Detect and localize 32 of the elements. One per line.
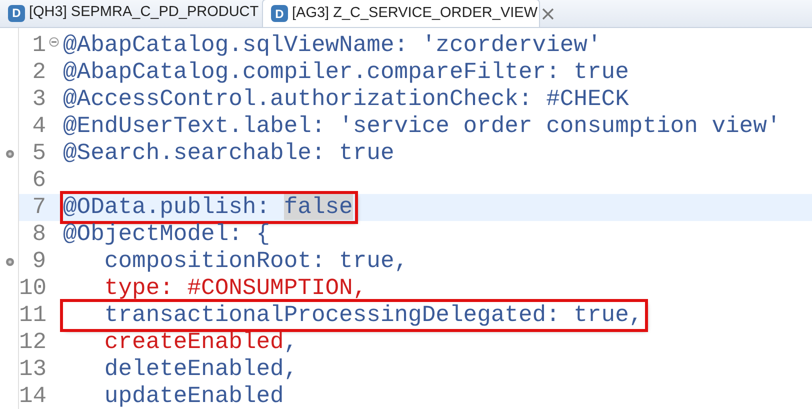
code-line: deleteEnabled, [103, 356, 299, 383]
document-icon: D [271, 5, 288, 22]
line-number: 2 [31, 59, 46, 86]
collapse-icon[interactable] [49, 37, 59, 47]
code-line: @Search.searchable: true [63, 140, 396, 167]
document-icon: D [8, 4, 25, 22]
code-line: updateEnabled [103, 383, 285, 409]
line-number: 8 [31, 221, 46, 248]
code-line: @EndUserText.label: 'service order consumption view' [63, 113, 782, 140]
code-line: @ObjectModel: { [63, 221, 272, 248]
code-line: @AbapCatalog.sqlViewName: 'zcorderview' [63, 32, 602, 59]
close-icon[interactable] [542, 8, 554, 20]
line-number: 4 [31, 113, 46, 140]
line-number: 12 [19, 329, 46, 356]
code-line: @OData.publish: false [63, 194, 355, 221]
line-number: 14 [19, 383, 46, 409]
editor-tab[interactable]: D [QH3] SEPMRA_C_PD_PRODUCT [0, 0, 262, 27]
line-number: 1 [31, 32, 46, 59]
line-number: 10 [19, 275, 46, 302]
line-number: 13 [19, 356, 46, 383]
code-line: createEnabled, [103, 329, 299, 356]
line-number: 5 [31, 140, 46, 167]
code-line: compositionRoot: true, [103, 248, 410, 275]
code-line: transactionalProcessingDelegated: true, [63, 302, 645, 329]
line-number: 3 [31, 86, 46, 113]
line-number: 7 [31, 194, 46, 221]
line-number: 9 [31, 248, 46, 275]
line-number: 11 [19, 302, 46, 329]
code-line: @AbapCatalog.compiler.compareFilter: true [63, 59, 630, 86]
code-line: type: #CONSUMPTION, [103, 275, 368, 302]
line-number: 6 [31, 167, 46, 194]
code-line: @AccessControl.authorizationCheck: #CHECK [63, 86, 630, 113]
